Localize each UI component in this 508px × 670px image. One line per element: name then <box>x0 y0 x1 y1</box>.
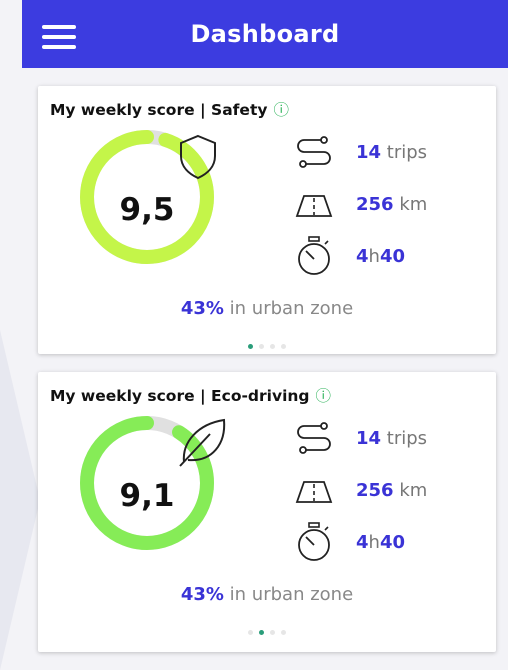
page-dot[interactable] <box>259 344 264 349</box>
trips-stat: 14 trips <box>356 428 428 449</box>
page-indicator[interactable] <box>38 620 496 639</box>
stopwatch-icon <box>298 522 330 561</box>
route-icon <box>297 422 331 454</box>
page-dot[interactable] <box>248 630 253 635</box>
shield-icon <box>180 134 216 180</box>
info-icon[interactable]: ⓘ <box>273 101 289 119</box>
safety-score-card[interactable]: My weekly score | Safety ⓘ 9,5 14 trips 2… <box>38 86 496 354</box>
score-value: 9,1 <box>119 478 175 514</box>
card-title: My weekly score | Eco-driving ⓘ <box>50 387 332 405</box>
leaf-icon <box>179 418 226 467</box>
trips-stat: 14 trips <box>356 142 428 163</box>
page-dot[interactable] <box>248 344 253 349</box>
eco-driving-score-card[interactable]: My weekly score | Eco-driving ⓘ 9,1 14 tr… <box>38 372 496 652</box>
distance-stat: 256 km <box>356 480 428 501</box>
page-indicator[interactable] <box>38 334 496 353</box>
road-icon <box>295 195 333 217</box>
page-title: Dashboard <box>190 20 340 48</box>
duration-stat: 4h40 <box>356 246 406 267</box>
card-title: My weekly score | Safety ⓘ <box>50 101 289 119</box>
page-dot[interactable] <box>281 630 286 635</box>
urban-zone-stat: 43% in urban zone <box>180 298 354 319</box>
page-dot[interactable] <box>270 344 275 349</box>
urban-zone-stat: 43% in urban zone <box>180 584 354 605</box>
duration-stat: 4h40 <box>356 532 406 553</box>
background-shape <box>0 330 40 670</box>
page-dot[interactable] <box>259 630 264 635</box>
score-value: 9,5 <box>119 192 175 228</box>
stopwatch-icon <box>298 236 330 275</box>
route-icon <box>297 136 331 168</box>
page-dot[interactable] <box>270 630 275 635</box>
distance-stat: 256 km <box>356 194 428 215</box>
app-header: Dashboard <box>22 0 508 68</box>
info-icon[interactable]: ⓘ <box>316 387 332 405</box>
page-dot[interactable] <box>281 344 286 349</box>
road-icon <box>295 481 333 503</box>
